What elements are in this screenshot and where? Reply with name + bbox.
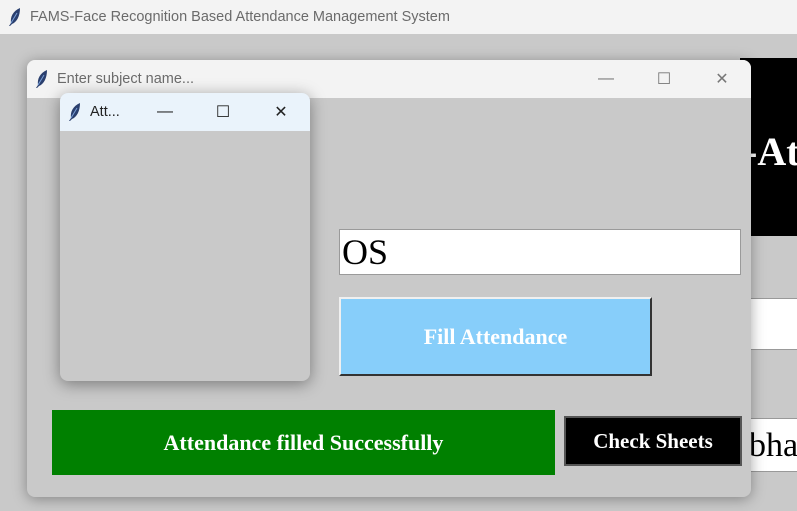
tk-feather-icon xyxy=(35,69,49,89)
minimize-icon: — xyxy=(157,103,173,120)
status-message: Attendance filled Successfully xyxy=(52,410,555,475)
maximize-icon: ☐ xyxy=(215,104,231,121)
minimize-icon: — xyxy=(598,70,614,87)
maximize-icon: ☐ xyxy=(656,71,672,88)
main-window-titlebar[interactable]: FAMS-Face Recognition Based Attendance M… xyxy=(0,0,797,34)
tk-feather-icon xyxy=(68,102,82,122)
close-icon: ✕ xyxy=(715,71,729,88)
popup-close-button[interactable]: ✕ xyxy=(252,93,310,131)
minimize-button[interactable]: — xyxy=(577,60,635,98)
attendance-popup-title: Att... xyxy=(90,104,120,120)
close-icon: ✕ xyxy=(274,104,288,121)
close-button[interactable]: ✕ xyxy=(693,60,751,98)
background-name-text: bha xyxy=(749,427,797,464)
fill-attendance-button[interactable]: Fill Attendance xyxy=(339,297,652,376)
check-sheets-button[interactable]: Check Sheets xyxy=(564,416,742,466)
attendance-popup-window: Att... — ☐ ✕ xyxy=(60,93,310,381)
maximize-button[interactable]: ☐ xyxy=(635,60,693,98)
main-title-banner-text: -At xyxy=(744,129,797,174)
popup-maximize-button[interactable]: ☐ xyxy=(194,93,252,131)
main-window-title: FAMS-Face Recognition Based Attendance M… xyxy=(30,9,450,25)
popup-minimize-button[interactable]: — xyxy=(136,93,194,131)
tk-feather-icon xyxy=(8,7,22,27)
attendance-popup-titlebar[interactable]: Att... — ☐ ✕ xyxy=(60,93,310,131)
subject-dialog-title: Enter subject name... xyxy=(57,71,195,87)
subject-name-input[interactable]: OS xyxy=(339,229,741,275)
